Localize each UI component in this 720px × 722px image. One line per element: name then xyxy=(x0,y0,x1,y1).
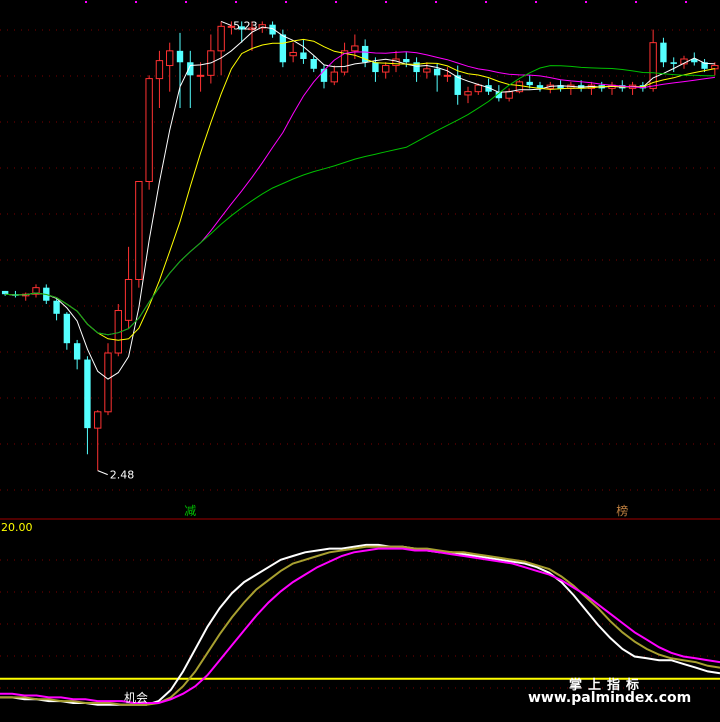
signal-label: 榜 xyxy=(616,503,628,518)
signal-label: 机会 xyxy=(124,691,148,705)
candle xyxy=(413,57,420,82)
high-label: 5.23 xyxy=(233,19,258,32)
ma-line xyxy=(5,26,715,380)
candle xyxy=(660,37,667,68)
candle xyxy=(63,312,71,350)
candle xyxy=(135,181,143,288)
candle xyxy=(145,75,153,190)
candle xyxy=(187,50,194,108)
candle xyxy=(628,81,637,95)
candle xyxy=(515,80,524,94)
candle xyxy=(124,246,133,329)
candle xyxy=(310,55,317,73)
candle xyxy=(217,21,225,76)
candle xyxy=(608,81,616,95)
chart-canvas: 5.23 2.48 减 榜 20.00 机会 xyxy=(0,1,720,706)
candle xyxy=(207,34,215,84)
candle xyxy=(423,62,431,79)
candle xyxy=(22,292,30,301)
candle xyxy=(330,65,338,86)
candle xyxy=(1,290,9,296)
moving-average-lines xyxy=(5,26,715,380)
candle xyxy=(32,284,40,298)
axis-label: 20.00 xyxy=(1,521,33,534)
price-panel-grid xyxy=(0,1,720,491)
candle xyxy=(587,81,596,95)
candle xyxy=(289,42,297,63)
low-leader xyxy=(97,470,108,476)
candle xyxy=(505,88,513,102)
price-annotations: 5.23 2.48 减 榜 xyxy=(97,19,628,518)
candle xyxy=(12,290,19,298)
low-label: 2.48 xyxy=(110,469,135,482)
ma-line xyxy=(5,51,715,336)
candle xyxy=(536,81,544,92)
candle xyxy=(320,65,328,89)
watermark-url: www.palmindex.com xyxy=(528,690,692,706)
high-leader xyxy=(220,20,232,26)
candle xyxy=(300,39,307,64)
candle xyxy=(443,67,452,82)
candle xyxy=(53,299,60,321)
candle xyxy=(114,304,122,357)
candlestick-series xyxy=(1,21,719,471)
candle xyxy=(94,410,102,471)
candle xyxy=(196,62,205,92)
candle xyxy=(382,62,390,79)
candle xyxy=(166,42,174,92)
signal-label: 减 xyxy=(184,504,196,518)
candle xyxy=(546,81,554,94)
candle xyxy=(84,356,91,455)
indicator-annotations: 机会 xyxy=(124,691,148,705)
candle xyxy=(464,86,472,104)
ma-line xyxy=(5,65,715,336)
candle xyxy=(155,50,164,108)
candle xyxy=(340,42,349,76)
candle xyxy=(73,339,81,370)
